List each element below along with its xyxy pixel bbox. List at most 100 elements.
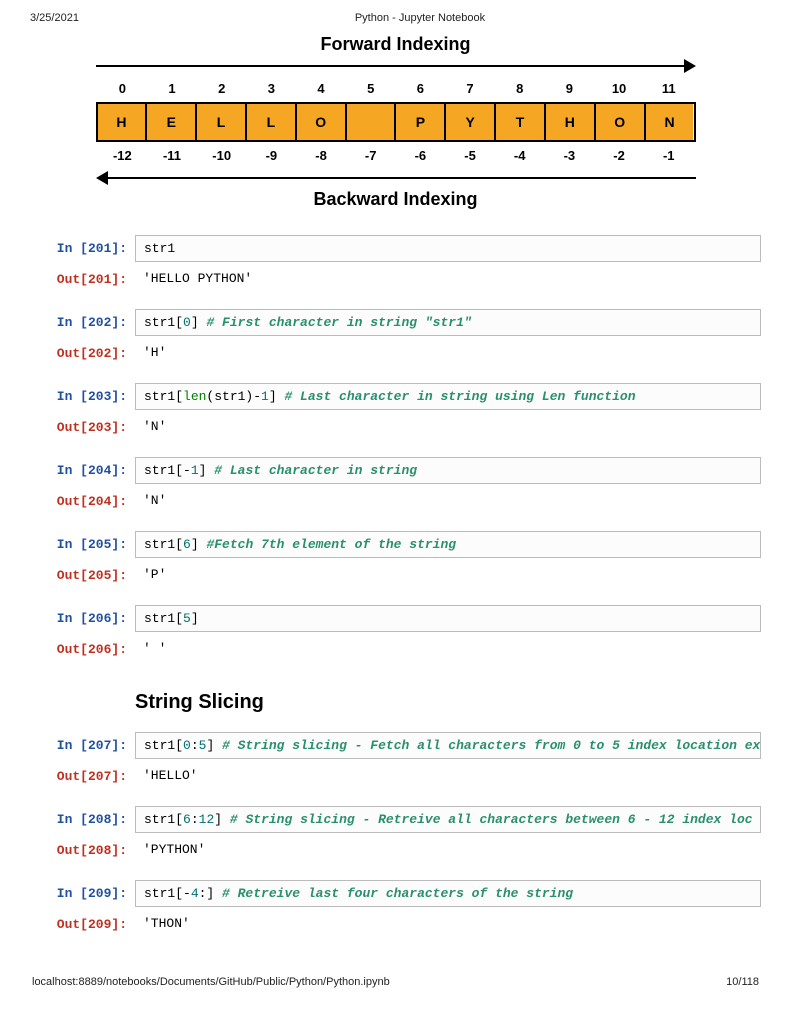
code-text: : [191,812,199,827]
code-comment: # First character in string "str1" [206,315,471,330]
char-cell: O [596,104,646,140]
code-box[interactable]: str1[0] # First character in string "str… [135,309,761,336]
header-title: Python - Jupyter Notebook [355,12,485,24]
out-prompt: Out[204]: [30,488,135,509]
code-comment: # String slicing - Fetch all characters … [222,738,761,753]
idx-fwd: 1 [147,81,197,96]
char-cell: P [396,104,446,140]
char-cell: E [147,104,197,140]
cell-in-203[interactable]: In [203]: str1[len(str1)-1] # Last chara… [30,383,761,410]
idx-bwd: -1 [644,148,694,163]
idx-fwd: 10 [594,81,644,96]
cell-out-201: Out[201]: 'HELLO PYTHON' [30,266,761,291]
in-prompt: In [207]: [30,732,135,753]
out-prompt: Out[202]: [30,340,135,361]
code-box[interactable]: str1[5] [135,605,761,632]
cell-out-207: Out[207]: 'HELLO' [30,763,761,788]
cells-area: In [201]: str1 Out[201]: 'HELLO PYTHON' … [30,235,761,936]
out-prompt: Out[203]: [30,414,135,435]
code-num: 0 [183,315,191,330]
cell-out-205: Out[205]: 'P' [30,562,761,587]
code-comment: # Last character in string [214,463,417,478]
code-num: 5 [183,611,191,626]
code-box[interactable]: str1 [135,235,761,262]
in-prompt: In [203]: [30,383,135,404]
out-prompt: Out[207]: [30,763,135,784]
code-box[interactable]: str1[-1] # Last character in string [135,457,761,484]
in-prompt: In [202]: [30,309,135,330]
out-prompt: Out[205]: [30,562,135,583]
code-text: ] [191,315,207,330]
page-footer: localhost:8889/notebooks/Documents/GitHu… [30,976,761,988]
code-text: str1[ [144,537,183,552]
idx-bwd: -2 [594,148,644,163]
code-text: str1[ [144,315,183,330]
code-text: ] [214,812,230,827]
code-num: 0 [183,738,191,753]
code-text: str1[- [144,463,191,478]
page-header: 3/25/2021 Python - Jupyter Notebook [30,12,761,24]
out-prompt: Out[208]: [30,837,135,858]
code-text: str1[ [144,812,183,827]
out-prompt: Out[206]: [30,636,135,657]
code-text: :] [199,886,222,901]
code-num: 12 [199,812,215,827]
char-cell: L [247,104,297,140]
cell-in-209[interactable]: In [209]: str1[-4:] # Retreive last four… [30,880,761,907]
char-cell: H [546,104,596,140]
cell-in-202[interactable]: In [202]: str1[0] # First character in s… [30,309,761,336]
idx-fwd: 11 [644,81,694,96]
cell-in-205[interactable]: In [205]: str1[6] #Fetch 7th element of … [30,531,761,558]
in-prompt: In [204]: [30,457,135,478]
output-text: 'HELLO PYTHON' [135,266,761,291]
idx-bwd: -3 [545,148,595,163]
code-box[interactable]: str1[len(str1)-1] # Last character in st… [135,383,761,410]
code-text: ] [269,389,285,404]
cell-in-201[interactable]: In [201]: str1 [30,235,761,262]
code-comment: # String slicing - Retreive all characte… [230,812,761,827]
code-text: str1[ [144,389,183,404]
idx-fwd: 8 [495,81,545,96]
cell-in-204[interactable]: In [204]: str1[-1] # Last character in s… [30,457,761,484]
in-prompt: In [206]: [30,605,135,626]
footer-page: 10/118 [726,976,759,988]
code-builtin: len [183,389,206,404]
cell-in-207[interactable]: In [207]: str1[0:5] # String slicing - F… [30,732,761,759]
output-text: 'H' [135,340,761,365]
code-text: ] [191,537,207,552]
cell-in-208[interactable]: In [208]: str1[6:12] # String slicing - … [30,806,761,833]
output-text: 'PYTHON' [135,837,761,862]
forward-index-row: 0 1 2 3 4 5 6 7 8 9 10 11 [96,81,696,96]
output-text: 'P' [135,562,761,587]
code-num: 4 [191,886,199,901]
code-text: : [191,738,199,753]
idx-fwd: 6 [396,81,446,96]
cell-out-209: Out[209]: 'THON' [30,911,761,936]
char-cell: Y [446,104,496,140]
output-text: 'N' [135,488,761,513]
code-text: str1[ [144,611,183,626]
page: 3/25/2021 Python - Jupyter Notebook Forw… [0,0,791,1000]
code-box[interactable]: str1[6] #Fetch 7th element of the string [135,531,761,558]
in-prompt: In [208]: [30,806,135,827]
code-text: str1[ [144,738,183,753]
cell-in-206[interactable]: In [206]: str1[5] [30,605,761,632]
idx-fwd: 3 [247,81,297,96]
idx-fwd: 2 [197,81,247,96]
code-text: (str1)- [206,389,261,404]
idx-fwd: 0 [98,81,148,96]
code-num: 6 [183,812,191,827]
char-cell: N [646,104,694,140]
output-text: 'N' [135,414,761,439]
code-box[interactable]: str1[0:5] # String slicing - Fetch all c… [135,732,761,759]
idx-bwd: -4 [495,148,545,163]
output-text: 'THON' [135,911,761,936]
code-box[interactable]: str1[-4:] # Retreive last four character… [135,880,761,907]
code-text: ] [206,738,222,753]
code-comment: # Last character in string using Len fun… [284,389,635,404]
char-row: H E L L O P Y T H O N [96,102,696,142]
code-box[interactable]: str1[6:12] # String slicing - Retreive a… [135,806,761,833]
idx-bwd: -12 [98,148,148,163]
char-cell: O [297,104,347,140]
code-num: 1 [261,389,269,404]
